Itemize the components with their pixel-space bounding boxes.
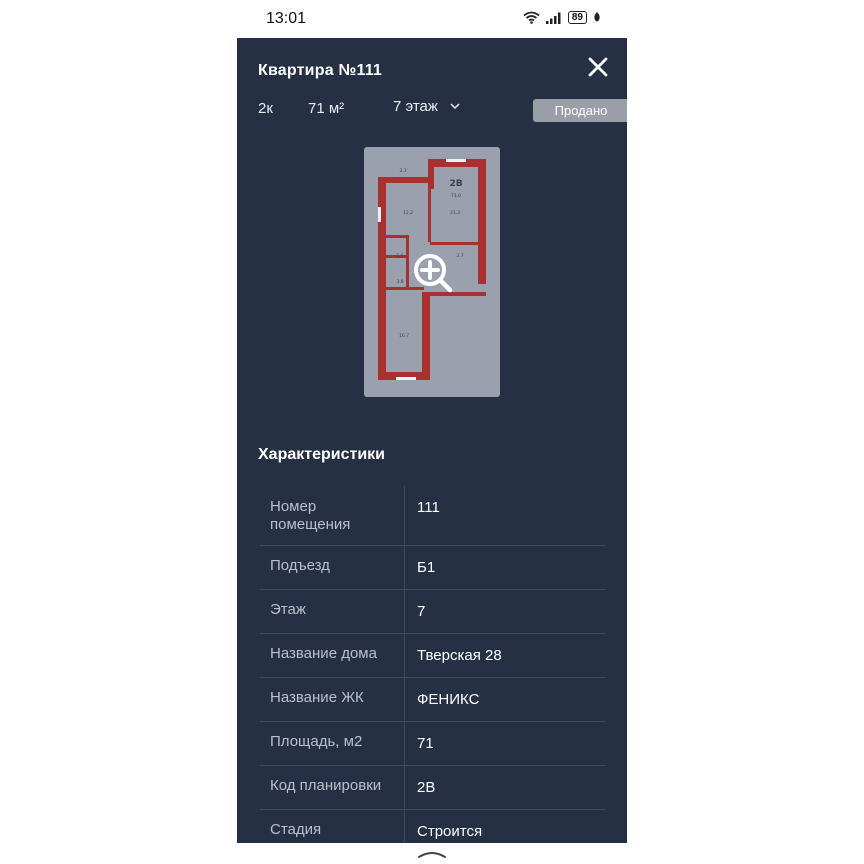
signal-icon [545, 12, 561, 24]
status-badge: Продано [533, 99, 627, 122]
row-value: 2В [417, 779, 436, 796]
status-bar: 13:01 89 [237, 0, 627, 38]
apartment-panel: Квартира №111 2к 71 м² 7 этаж Продано 2В… [237, 38, 627, 843]
row-key: Стадия [270, 821, 322, 838]
characteristics-title: Характеристики [258, 446, 386, 463]
plan-code: 2В [449, 179, 462, 189]
row-key: Этаж [270, 601, 306, 618]
floor-label: 7 этаж [393, 98, 438, 115]
wifi-icon [523, 11, 540, 24]
row-value: 7 [417, 603, 426, 620]
room-label: 3.8 [396, 279, 403, 285]
navigation-bar [237, 843, 627, 864]
table-row: Название дома Тверская 28 [260, 634, 605, 678]
column-divider [404, 634, 405, 677]
zoom-in-icon[interactable] [414, 254, 453, 293]
apartment-area: 71 м² [308, 100, 345, 117]
status-time: 13:01 [266, 10, 307, 27]
table-row: Подъезд Б1 [260, 546, 605, 590]
row-key: Подъезд [270, 557, 330, 574]
room-label: 12.2 [403, 210, 413, 216]
characteristics-table: Номер помещения 111 Подъезд Б1 Этаж 7 На… [260, 486, 605, 843]
status-icons: 89 [523, 11, 601, 24]
column-divider [404, 766, 405, 809]
row-key: Код планировки [270, 777, 382, 794]
column-divider [404, 590, 405, 633]
row-value: 111 [417, 499, 440, 516]
floorplan-image[interactable]: 2В 71.0 3.3 12.2 21.3 1.6 2.7 3.8 16.7 [364, 147, 500, 397]
floorplan-drawing: 2В 71.0 3.3 12.2 21.3 1.6 2.7 3.8 16.7 [378, 159, 486, 380]
table-row: Код планировки 2В [260, 766, 605, 810]
row-key: Название ЖК [270, 689, 364, 706]
row-value: Строится [417, 823, 483, 840]
floor-selector[interactable]: 7 этаж [393, 98, 460, 115]
row-value: 71 [417, 735, 434, 752]
column-divider [404, 486, 405, 545]
room-label: 2.7 [456, 253, 463, 259]
rooms-count: 2к [258, 100, 273, 117]
room-label: 21.3 [450, 210, 460, 216]
row-key: Название дома [270, 645, 377, 662]
column-divider [404, 546, 405, 589]
column-divider [404, 722, 405, 765]
chevron-down-icon [450, 103, 460, 110]
row-value: ФЕНИКС [417, 691, 480, 708]
row-value: Б1 [417, 559, 436, 576]
room-label: 3.3 [399, 168, 406, 174]
room-label: 16.7 [399, 333, 409, 339]
table-row: Стадия Строится [260, 810, 605, 843]
table-row: Номер помещения 111 [260, 486, 605, 546]
row-value: Тверская 28 [417, 647, 502, 664]
close-icon[interactable] [584, 53, 612, 81]
room-label: 1.6 [396, 253, 403, 259]
table-row: Площадь, м2 71 [260, 722, 605, 766]
column-divider [404, 678, 405, 721]
apartment-title: Квартира №111 [258, 62, 383, 79]
row-key: Номер помещения [270, 498, 351, 533]
battery-icon: 89 [567, 11, 587, 24]
table-row: Этаж 7 [260, 590, 605, 634]
leaf-icon [594, 12, 600, 22]
chevron-up-icon[interactable] [417, 848, 447, 860]
phone-screen: 13:01 89 Квартира №111 2к 71 м² 7 этаж П… [237, 0, 627, 864]
column-divider [404, 810, 405, 843]
table-row: Название ЖК ФЕНИКС [260, 678, 605, 722]
plan-total-area: 71.0 [451, 193, 461, 199]
row-key: Площадь, м2 [270, 733, 363, 750]
